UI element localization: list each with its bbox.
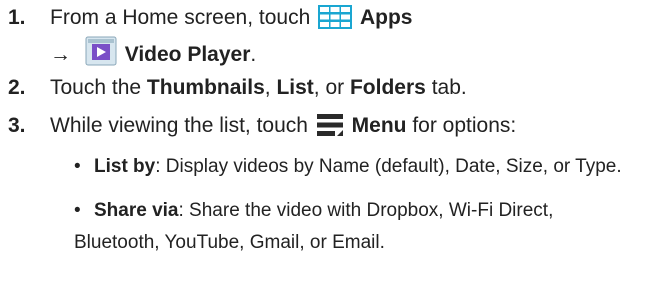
bullet-list-by: • — [74, 156, 81, 177]
video-player-icon — [85, 36, 117, 74]
step-1-line-1: From a Home screen, touch Apps — [50, 4, 412, 37]
step-number: 3. — [8, 114, 26, 137]
apps-label: Apps — [359, 6, 413, 29]
option-share-via-line-2: Bluetooth, YouTube, Gmail, or Email. — [74, 232, 385, 253]
step-text: From a Home screen, touch — [50, 6, 311, 29]
step-text-period: . — [250, 43, 257, 66]
option-list-by: List by: Display videos by Name (default… — [94, 154, 622, 180]
list-tab-label: List — [276, 76, 314, 99]
folders-tab-label: Folders — [349, 76, 426, 99]
step-3-text: While viewing the list, touch Menu for o… — [50, 112, 516, 145]
apps-grid-icon — [318, 5, 353, 37]
video-player-label: Video Player — [124, 43, 251, 66]
step-number: 1. — [8, 6, 26, 29]
bullet-share-via: • — [74, 200, 81, 221]
step-1: 1. From a Home screen, touch Apps → Vide… — [0, 4, 657, 66]
step-text: tab. — [431, 76, 467, 99]
step-text: While viewing the list, touch — [50, 114, 308, 137]
step-2-text: Touch the Thumbnails, List, or Folders t… — [50, 74, 467, 102]
menu-icon — [315, 113, 344, 145]
step-text: for options: — [412, 114, 517, 137]
option-description: : Display videos by Name (default), Date… — [155, 156, 622, 177]
step-1-line-2: → Video Player. — [50, 36, 256, 74]
step-text: , — [264, 76, 271, 99]
menu-label: Menu — [351, 114, 407, 137]
option-term: Share via — [94, 200, 179, 221]
option-share-via: Share via: Share the video with Dropbox,… — [94, 198, 553, 224]
thumbnails-tab-label: Thumbnails — [146, 76, 265, 99]
step-3: 3. While viewing the list, touch Menu fo… — [0, 112, 657, 142]
arrow-icon: → — [50, 43, 71, 66]
step-number: 2. — [8, 76, 26, 99]
step-text: , or — [313, 76, 345, 99]
step-2: 2. Touch the Thumbnails, List, or Folder… — [0, 74, 657, 102]
option-term: List by — [94, 156, 156, 177]
option-description: : Share the video with Dropbox, Wi-Fi Di… — [178, 200, 554, 221]
step-text: Touch the — [50, 76, 142, 99]
